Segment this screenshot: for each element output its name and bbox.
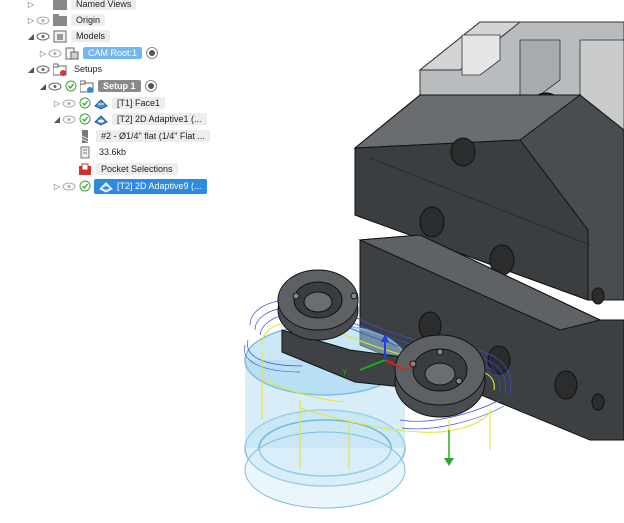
tree-node-models[interactable]: ◢ Models: [26, 28, 111, 44]
face-operation-icon: [94, 97, 108, 110]
valid-check-icon: [65, 80, 77, 92]
x-axis-label: X: [408, 363, 414, 372]
tree-node-named-views[interactable]: ▷ Named Views: [26, 0, 137, 12]
valid-check-icon: [79, 97, 91, 109]
tree-node-adaptive1[interactable]: ◢ [T2] 2D Adaptive1 (...: [52, 111, 207, 127]
adaptive-operation-icon: [99, 180, 113, 193]
activate-radio[interactable]: [144, 80, 157, 92]
setups-folder-icon: [52, 63, 67, 76]
origin-label: Origin: [71, 14, 106, 26]
eye-hidden-icon[interactable]: [36, 16, 50, 25]
setup-folder-icon: [79, 80, 94, 93]
tree-node-tool[interactable]: #2 - Ø1/4" flat (1/4" Flat ...: [78, 128, 210, 144]
tree-node-file-size: 33.6kb: [78, 144, 129, 160]
expand-triangle-icon[interactable]: ▷: [26, 16, 36, 25]
tree-node-face1[interactable]: ▷ [T1] Face1: [52, 95, 166, 111]
eye-icon[interactable]: [36, 65, 50, 74]
collapse-triangle-icon[interactable]: ◢: [52, 115, 62, 124]
pocket-selection-icon: [78, 163, 92, 176]
end-mill-icon: [78, 129, 92, 143]
tree-node-adaptive9[interactable]: ▷ [T2] 2D Adaptive9 (...: [52, 178, 207, 194]
setups-label: Setups: [74, 64, 103, 74]
models-label: Models: [71, 30, 111, 42]
y-axis-label: Y: [342, 368, 348, 377]
expand-triangle-icon[interactable]: ▷: [38, 49, 48, 58]
pocket-selections-label: Pocket Selections: [96, 163, 178, 175]
valid-check-icon: [79, 180, 91, 192]
setup1-label: Setup 1: [98, 80, 141, 92]
eye-hidden-icon[interactable]: [62, 99, 76, 108]
eye-hidden-icon[interactable]: [48, 49, 62, 58]
tree-node-origin[interactable]: ▷ Origin: [26, 12, 106, 28]
valid-check-icon: [79, 113, 91, 125]
eye-icon[interactable]: [36, 32, 50, 41]
folder-icon: [53, 13, 67, 27]
component-icon: [65, 47, 79, 60]
face1-label: [T1] Face1: [112, 97, 166, 109]
toolpath-data-icon: [78, 146, 92, 159]
folder-icon: [53, 0, 67, 11]
tree-node-setup1[interactable]: ◢ Setup 1: [38, 78, 157, 94]
adaptive-operation-icon: [94, 113, 108, 126]
eye-hidden-icon[interactable]: [62, 115, 76, 124]
expand-triangle-icon[interactable]: ▷: [26, 0, 36, 9]
eye-icon[interactable]: [48, 82, 62, 91]
tool-description: #2 - Ø1/4" flat (1/4" Flat ...: [96, 130, 210, 142]
adaptive9-label: [T2] 2D Adaptive9 (...: [117, 181, 202, 191]
activate-radio[interactable]: [146, 47, 159, 59]
expand-triangle-icon[interactable]: ▷: [52, 182, 62, 191]
models-icon: [53, 30, 67, 43]
collapse-triangle-icon[interactable]: ◢: [38, 82, 48, 91]
expand-triangle-icon[interactable]: ▷: [52, 99, 62, 108]
collapse-triangle-icon[interactable]: ◢: [26, 32, 36, 41]
named-views-label: Named Views: [71, 0, 137, 10]
tree-node-pocket-selections[interactable]: Pocket Selections: [78, 161, 178, 177]
tree-node-cam-root[interactable]: ▷ CAM Root:1: [38, 45, 159, 61]
tree-node-setups[interactable]: ◢ Setups: [26, 61, 105, 77]
adaptive9-selected: [T2] 2D Adaptive9 (...: [94, 178, 207, 194]
eye-hidden-icon[interactable]: [62, 182, 76, 191]
collapse-triangle-icon[interactable]: ◢: [26, 65, 36, 74]
file-size-label: 33.6kb: [99, 147, 127, 157]
adaptive1-label: [T2] 2D Adaptive1 (...: [112, 113, 207, 125]
tool-end-marker: [444, 430, 454, 466]
cam-root-label: CAM Root:1: [83, 47, 143, 59]
